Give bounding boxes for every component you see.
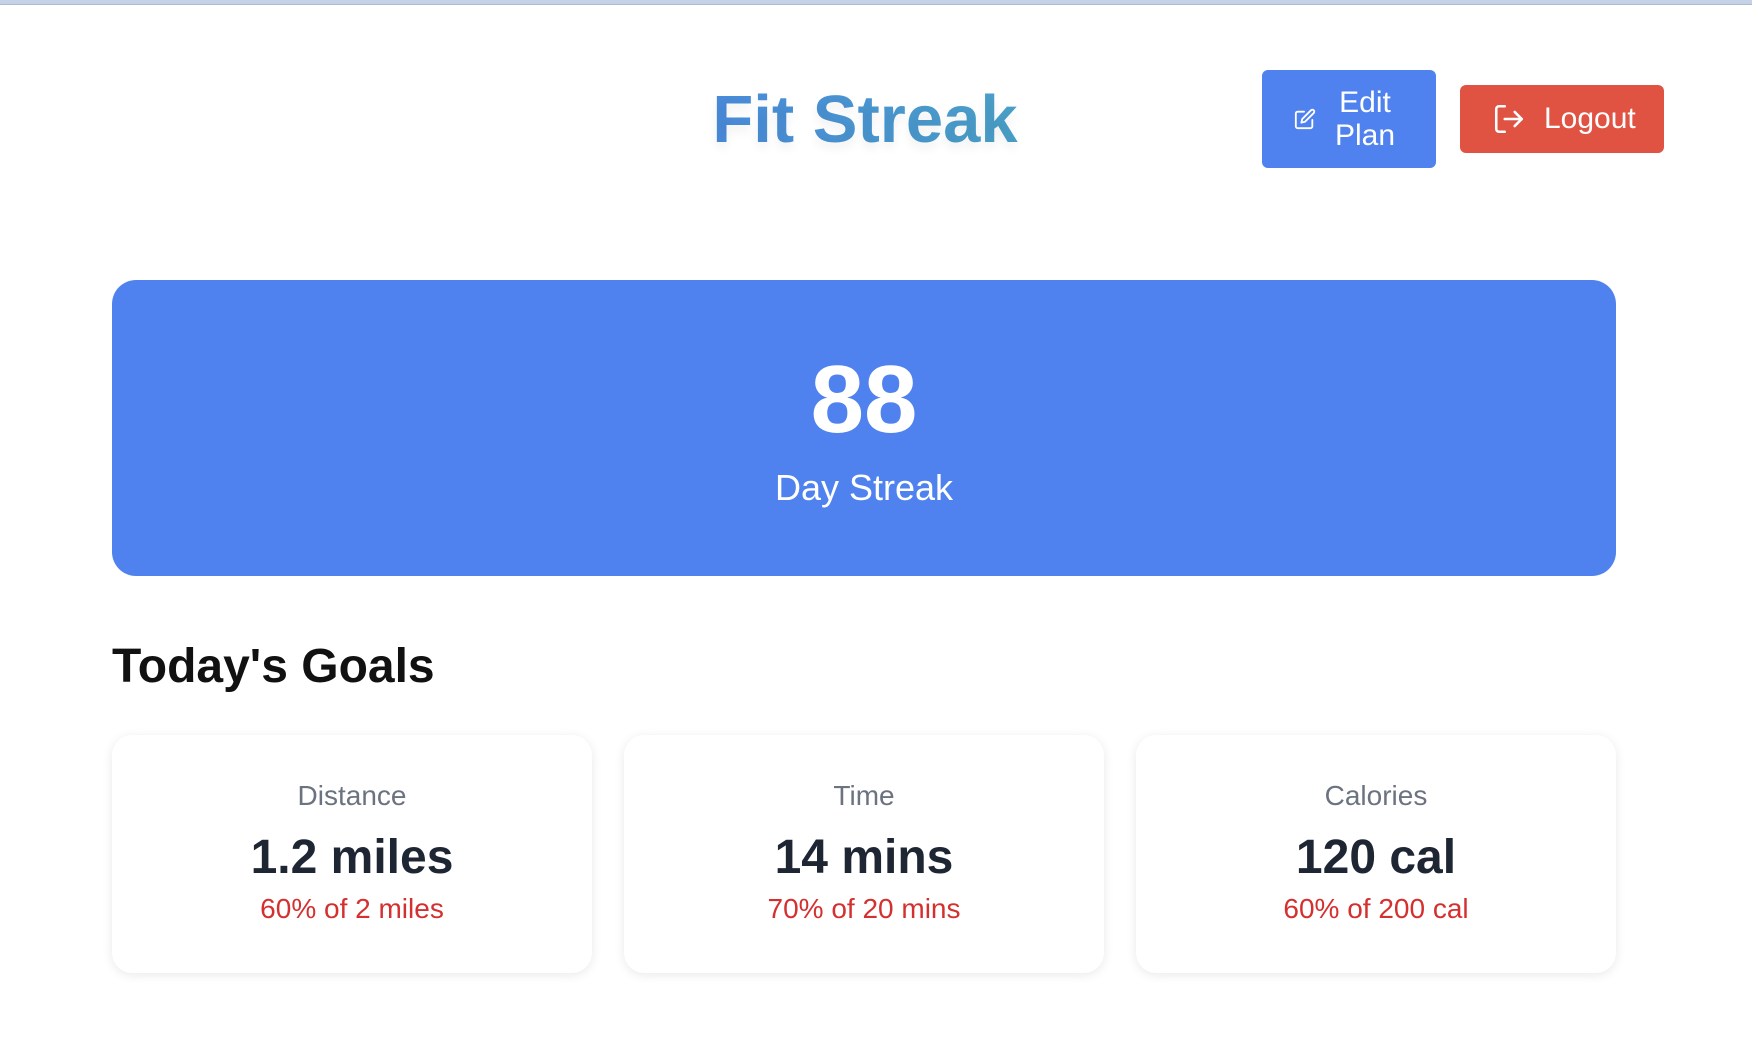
goal-card-distance: Distance 1.2 miles 60% of 2 miles xyxy=(112,735,592,973)
goal-value: 14 mins xyxy=(774,831,954,884)
streak-count: 88 xyxy=(810,346,918,453)
streak-label: Day Streak xyxy=(774,467,954,508)
app-title: Fit Streak xyxy=(640,80,1090,160)
goal-card-time: Time 14 mins 70% of 20 mins xyxy=(624,735,1104,973)
goal-progress: 60% of 2 miles xyxy=(260,893,444,924)
goal-card-calories: Calories 120 cal 60% of 200 cal xyxy=(1136,735,1616,973)
edit-icon xyxy=(1294,108,1316,130)
edit-plan-button[interactable]: Edit Plan xyxy=(1262,70,1436,168)
goal-label: Distance xyxy=(297,780,407,811)
goal-value: 1.2 miles xyxy=(250,831,454,884)
logout-button[interactable]: Logout xyxy=(1460,85,1664,153)
goal-progress: 60% of 200 cal xyxy=(1283,893,1469,924)
goal-label: Calories xyxy=(1324,780,1428,811)
edit-plan-label: Edit Plan xyxy=(1334,86,1396,152)
logout-label: Logout xyxy=(1544,102,1636,135)
goal-label: Time xyxy=(833,780,895,811)
streak-card: 88 Day Streak xyxy=(112,280,1616,576)
goals-section-title: Today's Goals xyxy=(112,640,435,693)
logout-icon xyxy=(1492,102,1526,136)
goal-progress: 70% of 20 mins xyxy=(767,893,961,924)
goal-value: 120 cal xyxy=(1295,831,1457,884)
app-header: Fit Streak Edit Plan Logout xyxy=(0,0,1752,200)
